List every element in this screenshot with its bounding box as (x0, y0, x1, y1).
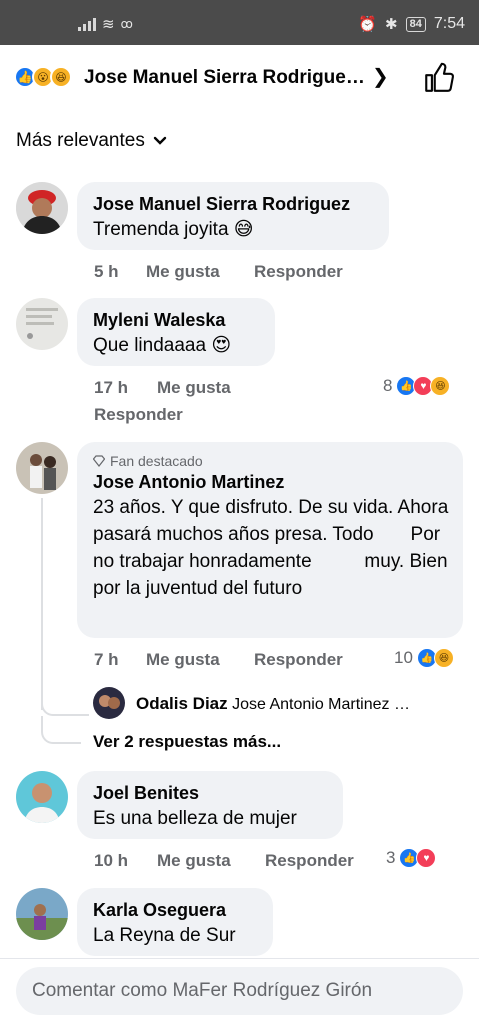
haha-icon: 😆 (50, 66, 72, 88)
data-icon: ꝏ (120, 17, 133, 31)
comment-composer: Comentar como MaFer Rodríguez Girón (0, 958, 479, 1024)
chevron-down-icon (153, 136, 167, 145)
reply-button[interactable]: Responder (265, 851, 354, 871)
chevron-right-icon[interactable]: ❯ (372, 64, 389, 89)
reply-author: Odalis Diaz (136, 694, 228, 713)
haha-icon: 😆 (430, 376, 451, 396)
comment-time: 5 h (94, 262, 119, 281)
comment-author[interactable]: Joel Benites (93, 781, 327, 805)
comment-input[interactable]: Comentar como MaFer Rodríguez Girón (16, 967, 463, 1015)
post-header: 👍 😮 😆 Jose Manuel Sierra Rodrigue… ❯ (0, 45, 479, 110)
status-left: ≋ ꝏ (78, 15, 133, 33)
reaction-count-number: 10 (394, 648, 413, 667)
love-icon: ♥ (416, 848, 437, 868)
reaction-summary[interactable]: 👍 😮 😆 (14, 66, 72, 88)
alarm-icon: ⏰ (358, 16, 378, 33)
view-more-replies-link[interactable]: Ver 2 respuestas más... (93, 732, 281, 752)
reaction-count-number: 8 (383, 376, 393, 395)
like-comment-button[interactable]: Me gusta (157, 378, 231, 398)
top-fan-badge: Fan destacado (93, 452, 447, 470)
like-comment-button[interactable]: Me gusta (157, 851, 231, 871)
comment-time: 17 h (94, 378, 129, 397)
avatar[interactable] (16, 182, 68, 234)
reply-button[interactable]: Responder (254, 262, 343, 282)
post-author-title[interactable]: Jose Manuel Sierra Rodrigue… (84, 67, 365, 89)
avatar[interactable] (16, 442, 68, 494)
sort-dropdown[interactable]: Más relevantes (16, 130, 167, 152)
thread-line (41, 498, 43, 710)
comment-author[interactable]: Jose Manuel Sierra Rodriguez (93, 192, 373, 216)
avatar[interactable] (16, 298, 68, 350)
comment-time: 7 h (94, 650, 119, 669)
thread-line (41, 700, 89, 716)
comment-bubble[interactable]: Joel Benites Es una belleza de mujer (77, 771, 343, 839)
badge-label: Fan destacado (110, 453, 203, 469)
reaction-count-number: 3 (386, 848, 396, 867)
reply-snippet: Jose Antonio Martinez … (232, 696, 410, 713)
signal-icon (78, 17, 96, 31)
reply-button[interactable]: Responder (254, 650, 343, 670)
like-comment-button[interactable]: Me gusta (146, 650, 220, 670)
battery-icon: 84 (405, 16, 426, 32)
reply-preview[interactable]: Odalis Diaz Jose Antonio Martinez … (136, 694, 410, 714)
avatar[interactable] (16, 888, 68, 940)
bluetooth-icon: ✱ (385, 16, 398, 33)
haha-icon: 😆 (433, 648, 454, 668)
comment-bubble[interactable]: Myleni Waleska Que lindaaaa 😍 (77, 298, 275, 366)
comment-time: 10 h (94, 851, 129, 870)
reaction-count[interactable]: 10 👍 😆 (394, 648, 454, 668)
reaction-count[interactable]: 8 👍 ♥ 😆 (383, 376, 451, 396)
comment-author[interactable]: Myleni Waleska (93, 308, 259, 332)
comment-text: La Reyna de Sur (93, 925, 236, 946)
reaction-count[interactable]: 3 👍 ♥ (386, 848, 437, 868)
diamond-icon (93, 455, 105, 467)
thread-line (41, 716, 81, 744)
comment-author[interactable]: Karla Oseguera (93, 898, 257, 922)
comment-bubble[interactable]: Karla Oseguera La Reyna de Sur (77, 888, 273, 956)
comment-text: Que lindaaaa 😍 (93, 335, 232, 356)
like-comment-button[interactable]: Me gusta (146, 262, 220, 282)
comment-text: Tremenda joyita 😅 (93, 219, 254, 240)
avatar[interactable] (93, 687, 125, 719)
clock: 7:54 (433, 15, 465, 32)
avatar[interactable] (16, 771, 68, 823)
reply-button[interactable]: Responder (94, 405, 183, 425)
comment-text: 23 años. Y que disfruto. De su vida. Aho… (93, 497, 454, 599)
comment-bubble[interactable]: Jose Manuel Sierra Rodriguez Tremenda jo… (77, 182, 389, 250)
comment-text: Es una belleza de mujer (93, 808, 297, 829)
comment-author[interactable]: Jose Antonio Martinez (93, 470, 447, 494)
status-right: ⏰ ✱ 84 7:54 (358, 15, 465, 33)
like-button-icon[interactable] (422, 61, 456, 95)
sort-label: Más relevantes (16, 130, 145, 151)
status-bar: ≋ ꝏ ⏰ ✱ 84 7:54 (0, 0, 479, 45)
comment-bubble[interactable]: Fan destacado Jose Antonio Martinez 23 a… (77, 442, 463, 638)
wifi-icon: ≋ (102, 16, 115, 33)
